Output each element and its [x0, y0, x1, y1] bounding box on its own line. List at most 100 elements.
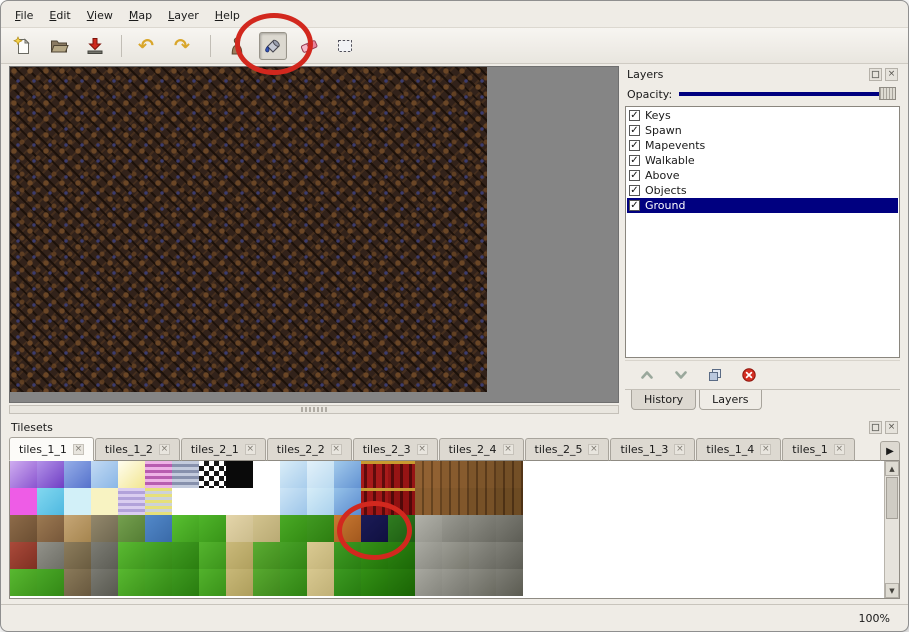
- tileset-tile[interactable]: [37, 515, 64, 542]
- tileset-tile[interactable]: [91, 542, 118, 569]
- move-layer-up-button[interactable]: [637, 365, 657, 385]
- tileset-tile[interactable]: [253, 488, 280, 515]
- menu-item-file[interactable]: File: [7, 6, 41, 25]
- layer-checkbox[interactable]: ✓: [629, 170, 640, 181]
- tileset-tile[interactable]: [91, 461, 118, 488]
- move-layer-down-button[interactable]: [671, 365, 691, 385]
- tab-close-icon[interactable]: ×: [834, 444, 845, 455]
- tileset-tile[interactable]: [253, 569, 280, 596]
- layer-row[interactable]: ✓Walkable: [627, 153, 898, 168]
- tileset-tile[interactable]: [37, 461, 64, 488]
- tileset-tile[interactable]: [361, 488, 388, 515]
- tileset-tile[interactable]: [415, 515, 442, 542]
- tileset-tile[interactable]: [172, 542, 199, 569]
- tileset-tile[interactable]: [307, 542, 334, 569]
- tileset-tile[interactable]: [361, 515, 388, 542]
- tileset-tile[interactable]: [64, 569, 91, 596]
- tileset-tile[interactable]: [469, 461, 496, 488]
- tileset-tile[interactable]: [307, 488, 334, 515]
- panel-tab-history[interactable]: History: [631, 390, 696, 410]
- scroll-down-icon[interactable]: ▼: [885, 583, 899, 598]
- tileset-tile[interactable]: [496, 542, 523, 569]
- tileset-tile[interactable]: [172, 515, 199, 542]
- layer-checkbox[interactable]: ✓: [629, 140, 640, 151]
- tileset-tab-tiles_1[interactable]: tiles_1×: [782, 438, 854, 461]
- eraser-tool-button[interactable]: [295, 32, 323, 60]
- tab-close-icon[interactable]: ×: [674, 444, 685, 455]
- tileset-tab-tiles_1_3[interactable]: tiles_1_3×: [610, 438, 695, 461]
- tab-close-icon[interactable]: ×: [331, 444, 342, 455]
- tileset-tile[interactable]: [361, 542, 388, 569]
- tileset-tile[interactable]: [280, 488, 307, 515]
- map-canvas[interactable]: [10, 67, 487, 392]
- tileset-tile[interactable]: [37, 569, 64, 596]
- tileset-tile[interactable]: [388, 515, 415, 542]
- tileset-tile[interactable]: [64, 515, 91, 542]
- float-panel-icon[interactable]: [869, 68, 882, 81]
- layer-row[interactable]: ✓Keys: [627, 108, 898, 123]
- tileset-tile[interactable]: [442, 542, 469, 569]
- tileset-tile[interactable]: [64, 542, 91, 569]
- tileset-tab-tiles_2_5[interactable]: tiles_2_5×: [525, 438, 610, 461]
- tileset-tile[interactable]: [118, 569, 145, 596]
- tileset-tile[interactable]: [37, 542, 64, 569]
- tileset-tile[interactable]: [361, 461, 388, 488]
- tileset-tile[interactable]: [172, 461, 199, 488]
- close-panel-icon[interactable]: ×: [885, 68, 898, 81]
- tileset-tile[interactable]: [280, 569, 307, 596]
- layer-checkbox[interactable]: ✓: [629, 155, 640, 166]
- tileset-tile[interactable]: [496, 488, 523, 515]
- tileset-tile[interactable]: [469, 569, 496, 596]
- tileset-tile[interactable]: [469, 542, 496, 569]
- tileset-tile[interactable]: [307, 515, 334, 542]
- tileset-tile[interactable]: [91, 515, 118, 542]
- tileset-tile[interactable]: [226, 461, 253, 488]
- menu-item-map[interactable]: Map: [121, 6, 160, 25]
- tileset-tile[interactable]: [226, 515, 253, 542]
- tileset-tile[interactable]: [307, 569, 334, 596]
- tab-close-icon[interactable]: ×: [588, 444, 599, 455]
- float-panel-icon[interactable]: [869, 421, 882, 434]
- tileset-tile[interactable]: [64, 461, 91, 488]
- opacity-slider-handle[interactable]: [879, 87, 896, 100]
- tileset-tile[interactable]: [388, 488, 415, 515]
- menu-item-layer[interactable]: Layer: [160, 6, 207, 25]
- tileset-tile[interactable]: [361, 569, 388, 596]
- tileset-tile[interactable]: [118, 515, 145, 542]
- select-tool-button[interactable]: [331, 32, 359, 60]
- tileset-tile[interactable]: [307, 461, 334, 488]
- layer-row[interactable]: ✓Mapevents: [627, 138, 898, 153]
- tileset-tile[interactable]: [199, 515, 226, 542]
- tileset-tile[interactable]: [442, 488, 469, 515]
- layer-checkbox[interactable]: ✓: [629, 110, 640, 121]
- tileset-tile[interactable]: [280, 542, 307, 569]
- tileset-tile[interactable]: [253, 515, 280, 542]
- tileset-tile[interactable]: [145, 569, 172, 596]
- tileset-tile[interactable]: [172, 569, 199, 596]
- tileset-tile[interactable]: [469, 488, 496, 515]
- new-map-button[interactable]: [9, 32, 37, 60]
- tileset-tile[interactable]: [388, 569, 415, 596]
- tileset-tile[interactable]: [334, 515, 361, 542]
- tileset-tile[interactable]: [442, 569, 469, 596]
- tileset-tile[interactable]: [91, 569, 118, 596]
- horizontal-scrollbar[interactable]: [9, 405, 619, 414]
- tileset-tile[interactable]: [118, 542, 145, 569]
- tileset-tab-tiles_1_2[interactable]: tiles_1_2×: [95, 438, 180, 461]
- tileset-tile[interactable]: [388, 542, 415, 569]
- tileset-tile[interactable]: [496, 515, 523, 542]
- tab-close-icon[interactable]: ×: [73, 444, 84, 455]
- tileset-tile[interactable]: [118, 488, 145, 515]
- tileset-tile[interactable]: [496, 569, 523, 596]
- duplicate-layer-button[interactable]: [705, 365, 725, 385]
- tileset-tile[interactable]: [10, 488, 37, 515]
- tileset-tile[interactable]: [10, 461, 37, 488]
- menu-item-help[interactable]: Help: [207, 6, 248, 25]
- panel-tab-layers[interactable]: Layers: [699, 390, 761, 410]
- tileset-tile[interactable]: [415, 542, 442, 569]
- scroll-up-icon[interactable]: ▲: [885, 461, 899, 476]
- tileset-tile[interactable]: [226, 569, 253, 596]
- scrollbar-grip-icon[interactable]: [301, 407, 327, 412]
- tileset-tile[interactable]: [388, 461, 415, 488]
- tileset-tile[interactable]: [199, 488, 226, 515]
